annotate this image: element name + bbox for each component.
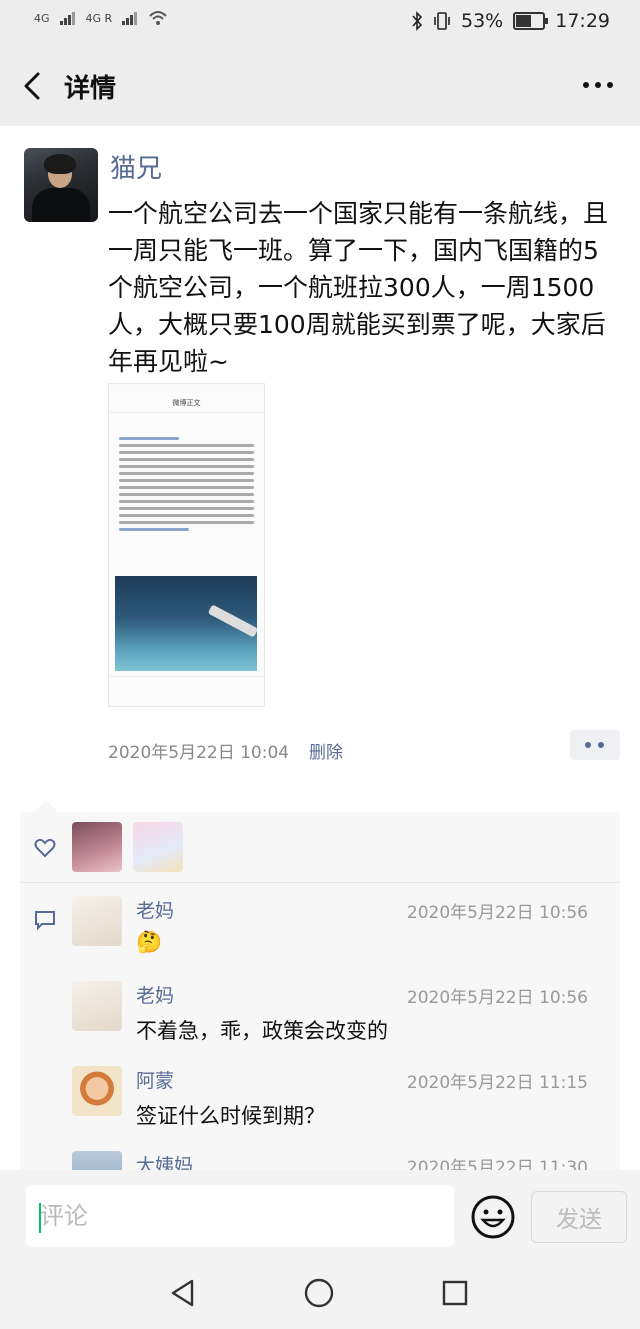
comment-input[interactable]	[26, 1185, 454, 1247]
status-bar: 4G 4G R 53% 17:29	[0, 0, 640, 48]
comment-time: 2020年5月22日 11:15	[406, 1073, 588, 1093]
avatar-body-shape	[32, 188, 90, 222]
image-text-line	[119, 444, 254, 447]
signal-icon	[59, 12, 75, 25]
avatar-hair-shape	[44, 154, 76, 174]
commenter-name[interactable]: 大姨妈	[136, 1151, 193, 1172]
send-button[interactable]: 发送	[531, 1191, 627, 1243]
comment-like-button[interactable]	[570, 730, 620, 760]
clock: 17:29	[555, 10, 610, 32]
signal-icon-2	[122, 12, 138, 25]
vibrate-icon	[434, 12, 450, 30]
bluetooth-icon	[412, 11, 423, 31]
airplane-photo	[115, 576, 259, 671]
like-avatar-cartoon-girl[interactable]	[133, 822, 183, 872]
likes-row	[20, 812, 620, 883]
image-text-line	[119, 514, 254, 517]
image-status-bar	[109, 384, 264, 394]
comment-item[interactable]: 阿蒙 2020年5月22日 11:15 签证什么时候到期？	[72, 1066, 612, 1146]
image-text-line	[119, 521, 254, 524]
comment-text: 不着急，乖，政策会改变的	[136, 1019, 388, 1043]
signal-1-label: 4G	[34, 11, 50, 25]
emoji-icon[interactable]	[470, 1194, 516, 1240]
delete-link[interactable]: 删除	[309, 738, 343, 763]
wifi-icon	[149, 11, 167, 25]
image-text-line	[119, 465, 254, 468]
comment-time: 2020年5月22日 10:56	[406, 988, 588, 1008]
status-right: 53% 17:29	[411, 10, 610, 32]
heart-icon	[34, 838, 56, 858]
signal-2-label: 4G R	[85, 11, 113, 25]
image-text-line	[119, 472, 254, 475]
comment-text: 🤔	[136, 930, 163, 954]
image-text-line	[119, 458, 254, 461]
image-title: 微博正文	[109, 394, 264, 413]
image-text-line	[119, 437, 179, 440]
nav-home-icon[interactable]	[304, 1278, 334, 1308]
image-text-line	[119, 479, 254, 482]
nav-recent-apps-icon[interactable]	[442, 1280, 468, 1306]
like-avatar-woman[interactable]	[72, 822, 122, 872]
likes-comments-panel: 老妈 2020年5月22日 10:56 🤔 老妈 2020年5月22日 10:5…	[20, 812, 620, 1172]
image-text-line	[119, 500, 254, 503]
more-options-icon[interactable]	[578, 70, 618, 100]
battery-icon	[513, 12, 549, 30]
commenter-avatar[interactable]	[72, 981, 122, 1031]
post-image[interactable]: 微博正文	[108, 383, 265, 707]
commenter-name[interactable]: 老妈	[136, 981, 174, 1008]
comment-item[interactable]: 老妈 2020年5月22日 10:56 不着急，乖，政策会改变的	[72, 981, 612, 1061]
back-arrow-icon[interactable]	[18, 68, 48, 104]
comment-icon	[35, 911, 55, 930]
comment-composer: 发送	[0, 1170, 640, 1256]
author-avatar[interactable]	[24, 148, 98, 222]
system-nav-bar	[0, 1256, 640, 1329]
commenter-name[interactable]: 阿蒙	[136, 1066, 174, 1093]
comment-item[interactable]: 老妈 2020年5月22日 10:56 🤔	[72, 896, 612, 976]
post-timestamp: 2020年5月22日 10:04	[108, 743, 290, 763]
title-bar: 详情	[0, 48, 640, 126]
comment-item[interactable]: 大姨妈 2020年5月22日 11:30	[72, 1151, 612, 1172]
comment-text: 签证什么时候到期？	[136, 1104, 325, 1128]
commenter-avatar[interactable]	[72, 1066, 122, 1116]
image-text-line	[119, 451, 254, 454]
commenter-avatar[interactable]	[72, 896, 122, 946]
airplane-wing-shape	[207, 604, 259, 638]
battery-percent: 53%	[461, 10, 504, 32]
author-name[interactable]: 猫兄	[110, 148, 162, 185]
image-text-line	[119, 528, 189, 531]
text-caret	[39, 1203, 41, 1233]
nav-back-icon[interactable]	[168, 1278, 198, 1308]
commenter-avatar[interactable]	[72, 1151, 122, 1172]
post-text: 一个航空公司去一个国家只能有一条航线，且一周只能飞一班。算了一下，国内飞国籍的5…	[108, 199, 609, 376]
signal-indicators: 4G 4G R	[34, 10, 168, 26]
image-text-line	[119, 507, 254, 510]
page-title: 详情	[64, 74, 117, 104]
image-text-line	[119, 486, 254, 489]
commenter-name[interactable]: 老妈	[136, 896, 174, 923]
image-text-line	[119, 493, 254, 496]
dot-icon	[585, 742, 591, 748]
comment-time: 2020年5月22日 10:56	[406, 903, 588, 923]
dot-icon	[598, 742, 604, 748]
comment-box-pointer	[34, 800, 58, 812]
image-action-bar	[109, 676, 264, 706]
